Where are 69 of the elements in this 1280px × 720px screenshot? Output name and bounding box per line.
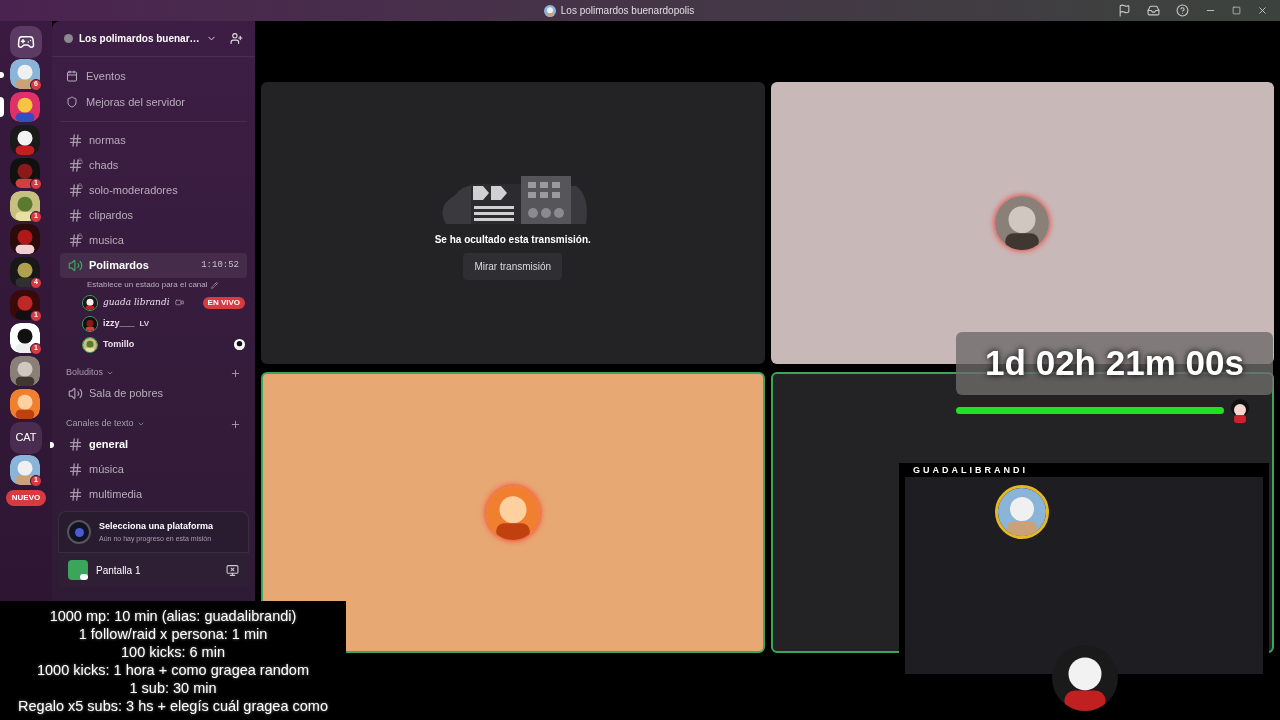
- chevron-down-icon: [136, 420, 145, 428]
- member-name: izzy___: [103, 316, 135, 330]
- stream-label: Pantalla 1: [96, 563, 141, 578]
- hash-lock-icon: [68, 233, 83, 248]
- voice-member[interactable]: Tomillo: [82, 334, 245, 355]
- countdown-timer: 1d 02h 21m 00s: [985, 342, 1244, 385]
- rule-line: 1 follow/raid x persona: 1 min: [78, 624, 268, 643]
- voice-channel[interactable]: Sala de pobres: [60, 381, 247, 406]
- nav-item[interactable]: Eventos: [60, 63, 247, 89]
- text-channel[interactable]: solo-moderadores: [60, 178, 247, 203]
- speaker-icon: [68, 258, 83, 273]
- camera-icon: [174, 298, 184, 307]
- hash-lock-icon: [68, 158, 83, 173]
- rule-line: 1000 mp: 10 min (alias: guadalibrandi): [49, 606, 297, 625]
- selected-indicator: [0, 97, 4, 117]
- pencil-icon: [210, 281, 218, 289]
- text-channel[interactable]: música: [60, 457, 247, 482]
- hash-icon: [68, 133, 83, 148]
- screen-share-icon: [68, 560, 88, 580]
- streamer-label: GUADALIBRANDI: [913, 464, 1028, 477]
- close-icon[interactable]: [1257, 5, 1268, 16]
- add-channel-icon[interactable]: [230, 367, 241, 379]
- maximize-icon[interactable]: [1232, 6, 1241, 15]
- chevron-down-icon: [106, 369, 115, 377]
- quest-icon: [67, 520, 91, 544]
- add-channel-icon[interactable]: [230, 418, 241, 430]
- quest-title: Selecciona una plataforma: [99, 520, 214, 533]
- rule-line: 1 sub: 30 min: [129, 678, 217, 697]
- new-pill[interactable]: NUEVO: [5, 490, 47, 506]
- member-name: Tomillo: [103, 337, 135, 351]
- member-tag: LV: [139, 317, 150, 330]
- hash-lock-icon: [68, 183, 83, 198]
- watch-stream-button[interactable]: Mirar transmisión: [463, 253, 563, 280]
- category-header[interactable]: Canales de texto: [66, 417, 134, 431]
- nav-item[interactable]: Mejoras del servidor: [60, 89, 247, 115]
- hash-icon: [68, 437, 83, 452]
- window-title: Los polimardos buenardopolis: [560, 4, 695, 18]
- category-header[interactable]: Boluditos: [66, 366, 104, 380]
- stop-stream-icon[interactable]: [226, 563, 239, 577]
- text-channel[interactable]: musica: [60, 228, 247, 253]
- rule-line: 100 kicks: 6 min: [121, 642, 225, 661]
- speaker-icon: [68, 386, 83, 401]
- voice-timer: 1:10:52: [201, 258, 239, 272]
- server-badge-icon: [64, 34, 73, 43]
- text-channel[interactable]: general: [60, 432, 247, 457]
- rule-line: 1000 kicks: 1 hora + como gragea random: [37, 660, 309, 679]
- text-channel[interactable]: clipardos: [60, 203, 247, 228]
- live-badge: EN VIVO: [202, 296, 245, 309]
- server-label: CAT: [15, 430, 37, 446]
- flag-icon[interactable]: [1118, 4, 1131, 17]
- voice-channel[interactable]: Polimardos 1:10:52: [60, 253, 247, 278]
- calendar-icon: [66, 70, 78, 82]
- text-channel[interactable]: chads: [60, 153, 247, 178]
- text-channel[interactable]: normas: [60, 128, 247, 153]
- text-channel[interactable]: multimedia: [60, 482, 247, 507]
- hidden-stream-message: Se ha ocultado esta transmisión.: [434, 233, 591, 247]
- channel-status: Establece un estado para el canal: [87, 279, 208, 291]
- invite-icon[interactable]: [230, 32, 243, 45]
- hash-icon: [68, 208, 83, 223]
- member-name: guada librandi: [103, 295, 170, 309]
- hash-icon: [68, 487, 83, 502]
- voice-member[interactable]: guada librandi EN VIVO: [82, 292, 245, 313]
- hash-icon: [68, 462, 83, 477]
- shield-icon: [66, 96, 78, 108]
- inbox-icon[interactable]: [1147, 4, 1160, 17]
- server-name: Los polimardos buenar…: [79, 32, 200, 46]
- help-icon[interactable]: [1176, 4, 1189, 17]
- voice-member[interactable]: izzy___ LV: [82, 313, 245, 334]
- rule-line: Regalo x5 subs: 3 hs + elegís cuál gragea como: [18, 696, 328, 715]
